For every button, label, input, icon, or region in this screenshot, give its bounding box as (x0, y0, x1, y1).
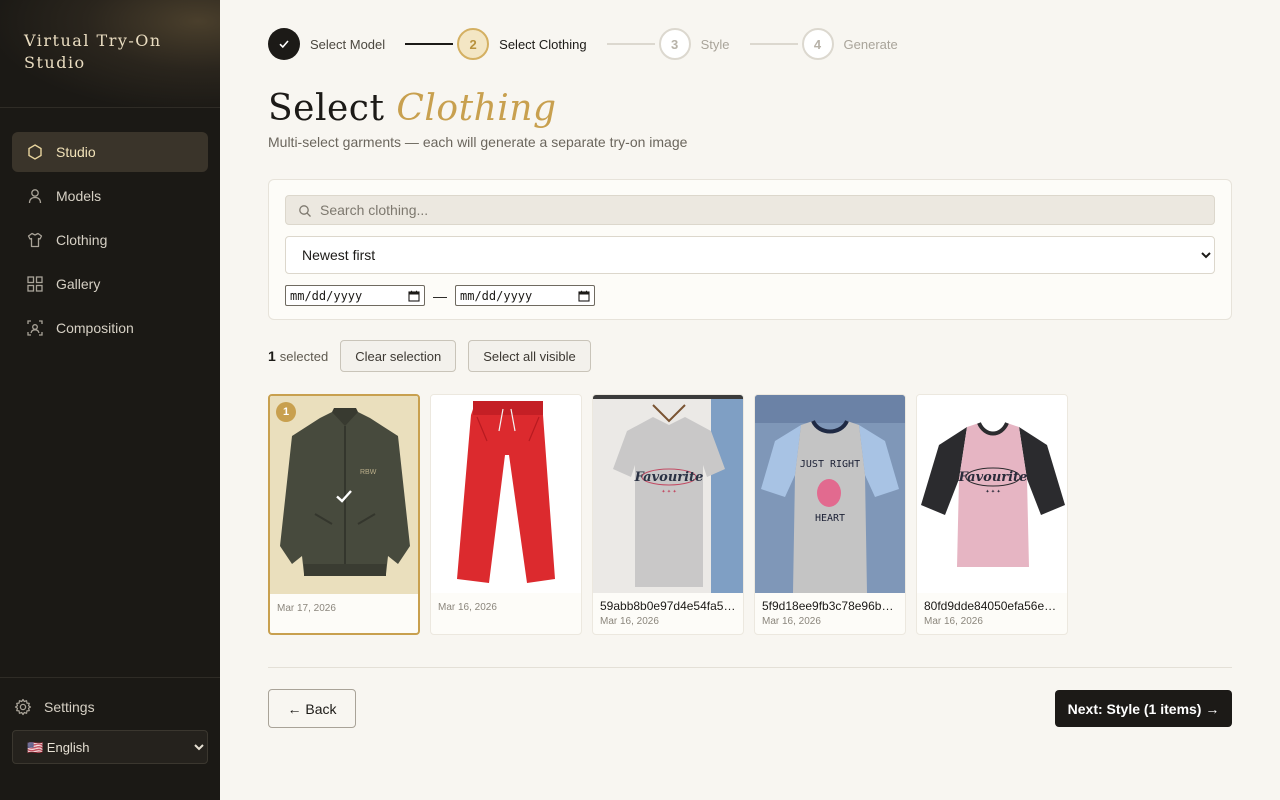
page-title-accent: Clothing (396, 88, 557, 129)
step-generate[interactable]: 4 Generate (801, 28, 898, 60)
calendar-icon[interactable] (578, 290, 590, 302)
sidebar-nav: Studio Models Clothing Gallery Compositi… (0, 108, 220, 348)
language-select[interactable]: 🇺🇸 English (12, 730, 208, 764)
selection-bar: 1 selected Clear selection Select all vi… (268, 340, 603, 372)
next-style-button[interactable]: Next: Style (1 items) → (1055, 690, 1232, 727)
step-connector (749, 43, 798, 45)
step-select-model[interactable]: Select Model (268, 28, 385, 60)
settings-link[interactable]: Settings (12, 696, 208, 718)
step-style[interactable]: 3 Style (658, 28, 730, 60)
clothing-filename: 80fd9dde84050efa56e… (924, 599, 1057, 613)
clothing-filename: 5f9d18ee9fb3c78e96b0… (762, 599, 900, 613)
app-title: Virtual Try-On Studio (24, 31, 162, 72)
sidebar-item-studio[interactable]: Studio (12, 132, 208, 172)
clothing-filename: 59abb8b0e97d4e54fa5… (600, 599, 736, 613)
clothing-date: Mar 16, 2026 (600, 616, 659, 627)
footer-divider (268, 667, 1232, 668)
sidebar-item-label: Gallery (56, 276, 101, 292)
gear-icon (14, 698, 32, 716)
clothing-date: Mar 16, 2026 (924, 616, 983, 627)
clothing-date: Mar 16, 2026 (438, 602, 497, 613)
composition-icon (26, 319, 44, 337)
sidebar-item-clothing[interactable]: Clothing (12, 220, 208, 260)
date-separator: — (433, 287, 447, 304)
step-number: 4 (801, 28, 834, 60)
svg-text:✦ ✦ ✦: ✦ ✦ ✦ (661, 489, 676, 495)
check-icon (279, 40, 289, 49)
wizard-stepper: Select Model 2 Select Clothing 3 Style 4… (268, 28, 898, 60)
selected-label: selected (279, 348, 329, 364)
sidebar-item-label: Clothing (56, 232, 108, 248)
date-to-input[interactable]: mm/dd/yyyy (455, 285, 595, 306)
svg-text:HEART: HEART (815, 513, 845, 524)
svg-text:Favourite: Favourite (958, 470, 1028, 485)
step-label: Select Model (310, 36, 386, 52)
svg-text:Favourite: Favourite (634, 470, 704, 485)
sidebar-item-label: Models (56, 188, 102, 204)
svg-text:RBW: RBW (360, 469, 377, 476)
search-icon (298, 204, 312, 218)
date-placeholder: mm/dd/yyyy (460, 288, 533, 303)
step-number: 2 (457, 28, 490, 60)
step-label: Select Clothing (499, 36, 587, 52)
search-box (285, 195, 1215, 225)
sidebar-item-gallery[interactable]: Gallery (12, 264, 208, 304)
brand-header: Virtual Try-On Studio (0, 0, 220, 108)
search-input[interactable] (320, 196, 1200, 224)
main-content: Select Model 2 Select Clothing 3 Style 4… (268, 0, 1232, 800)
clear-selection-button[interactable]: Clear selection (340, 340, 457, 372)
selected-check-icon (336, 490, 352, 503)
date-placeholder: mm/dd/yyyy (290, 288, 363, 303)
clothing-thumbnail: RBW (270, 396, 418, 594)
step-label: Generate (843, 36, 898, 52)
calendar-icon[interactable] (408, 290, 420, 302)
clothing-thumbnail: Favourite ✦ ✦ ✦ (917, 395, 1067, 593)
page-title-plain: Select (268, 88, 385, 129)
sidebar-item-composition[interactable]: Composition (12, 308, 208, 348)
clothing-card[interactable]: Favourite ✦ ✦ ✦ 80fd9dde84050efa56e… Mar… (916, 394, 1068, 635)
step-label: Style (700, 36, 730, 52)
select-all-visible-button[interactable]: Select all visible (468, 340, 591, 372)
page-subtitle: Multi-select garments — each will genera… (268, 134, 688, 150)
svg-text:JUST RIGHT: JUST RIGHT (800, 459, 860, 470)
step-select-clothing[interactable]: 2 Select Clothing (457, 28, 587, 60)
clothing-thumbnail (431, 395, 581, 593)
sidebar: Virtual Try-On Studio Studio Models Clot… (0, 0, 220, 800)
step-connector (405, 43, 454, 45)
hexagon-icon (26, 143, 44, 161)
filter-panel: Newest first mm/dd/yyyy — mm/dd/yyyy (268, 179, 1232, 320)
clothing-card[interactable]: Favourite ✦ ✦ ✦ 59abb8b0e97d4e54fa5… Mar… (592, 394, 744, 635)
sidebar-item-label: Composition (56, 320, 134, 336)
clothing-thumbnail: Favourite ✦ ✦ ✦ (593, 395, 743, 593)
user-icon (26, 187, 44, 205)
clothing-date: Mar 16, 2026 (762, 616, 821, 627)
step-check-circle (268, 28, 300, 60)
back-button[interactable]: ← Back (268, 689, 356, 728)
selection-order-badge: 1 (276, 402, 296, 422)
clothing-thumbnail: JUST RIGHT HEART (755, 395, 905, 593)
grid-icon (26, 275, 44, 293)
svg-text:✦ ✦ ✦: ✦ ✦ ✦ (985, 489, 1000, 495)
clothing-grid: 1 RBW Mar 17, 2026 Mar 16, 2026 Favourit… (268, 394, 1078, 635)
sidebar-item-label: Studio (56, 144, 96, 160)
date-range: mm/dd/yyyy — mm/dd/yyyy (285, 285, 1215, 306)
clothing-card[interactable]: 1 RBW Mar 17, 2026 (268, 394, 420, 635)
sidebar-item-models[interactable]: Models (12, 176, 208, 216)
step-connector (606, 43, 655, 45)
sidebar-footer: Settings 🇺🇸 English (0, 677, 220, 800)
sort-select[interactable]: Newest first (285, 236, 1215, 274)
date-from-input[interactable]: mm/dd/yyyy (285, 285, 425, 306)
clothing-card[interactable]: Mar 16, 2026 (430, 394, 582, 635)
page-title: Select Clothing (268, 88, 557, 129)
step-number: 3 (658, 28, 691, 60)
shirt-icon (26, 231, 44, 249)
selected-count: 1 (268, 348, 276, 364)
clothing-date: Mar 17, 2026 (277, 603, 336, 614)
settings-label: Settings (44, 699, 95, 715)
clothing-card[interactable]: JUST RIGHT HEART 5f9d18ee9fb3c78e96b0… M… (754, 394, 906, 635)
